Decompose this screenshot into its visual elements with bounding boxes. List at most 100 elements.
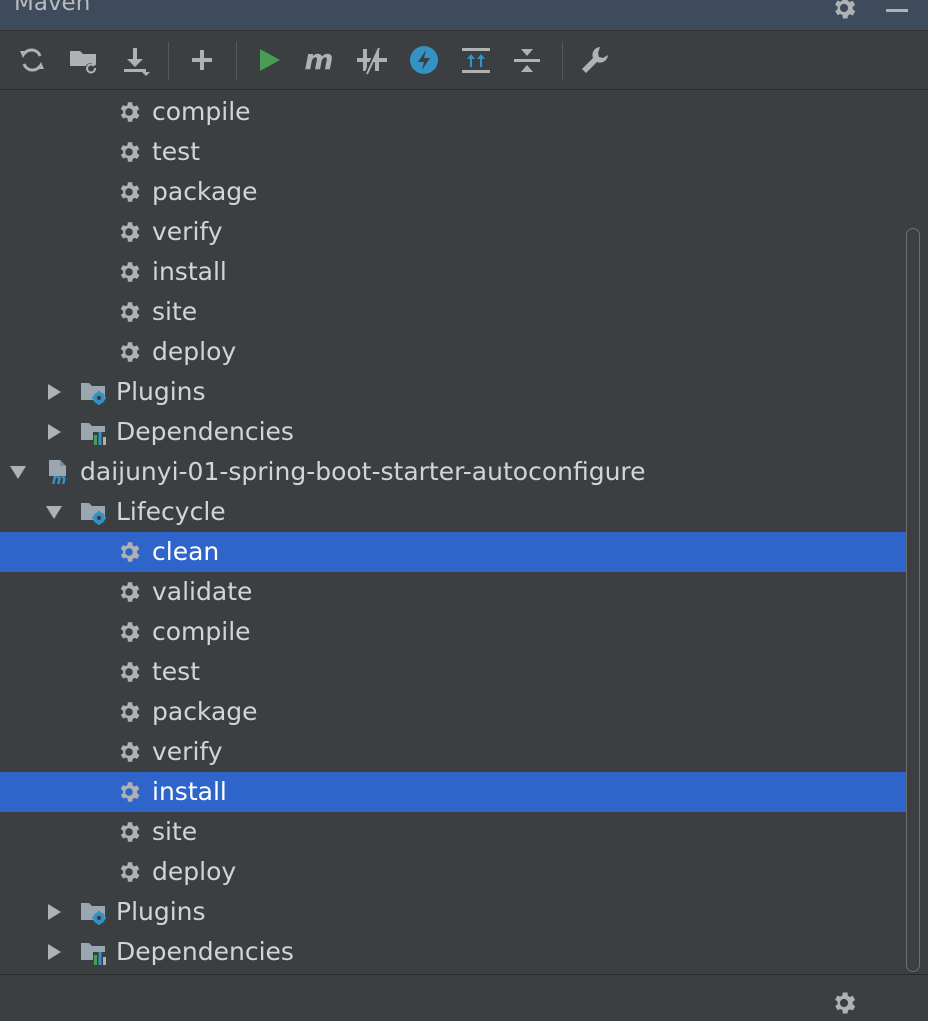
tree-node-label: Lifecycle [116, 497, 226, 526]
tree-node-label: package [152, 177, 258, 206]
expand-all-button[interactable] [459, 43, 493, 77]
toolbar-separator [562, 42, 563, 80]
gear-icon[interactable] [830, 0, 858, 26]
gear-icon [116, 739, 142, 765]
add-maven-project-button[interactable] [185, 43, 219, 77]
tree-node-dependencies[interactable]: Dependencies [0, 932, 920, 972]
download-sources-button[interactable] [118, 43, 152, 77]
execute-maven-goal-button[interactable]: m [302, 43, 336, 77]
run-icon [260, 49, 280, 71]
lifecycle-goal-validate[interactable]: validate [0, 572, 920, 612]
dependencies-folder-icon [80, 939, 106, 965]
minimize-icon[interactable] [884, 2, 910, 21]
tree-node-label: validate [152, 577, 253, 606]
lifecycle-goal-package[interactable]: package [0, 172, 920, 212]
collapse-arrow-icon[interactable] [44, 942, 64, 962]
vertical-scrollbar[interactable] [906, 228, 920, 972]
tree-node-label: test [152, 657, 201, 686]
tree-node-label: site [152, 297, 198, 326]
toolbar-separator [168, 42, 169, 80]
maven-settings-button[interactable] [578, 43, 612, 77]
gear-icon [116, 179, 142, 205]
gear-icon [116, 99, 142, 125]
lifecycle-goal-install[interactable]: install [0, 252, 920, 292]
tree-node-label: clean [152, 537, 220, 566]
tree-node-label: Dependencies [116, 937, 294, 966]
gear-icon [116, 859, 142, 885]
lifecycle-goal-deploy[interactable]: deploy [0, 332, 920, 372]
folder-refresh-icon [70, 51, 97, 75]
tree-node-label: package [152, 697, 258, 726]
tree-node-label: daijunyi-01-spring-boot-starter-autoconf… [80, 457, 646, 486]
tree-node-label: Plugins [116, 377, 206, 406]
gear-icon [116, 259, 142, 285]
collapse-arrow-icon[interactable] [44, 422, 64, 442]
download-icon [124, 48, 150, 76]
expand-all-icon [462, 48, 490, 73]
toggle-skip-tests-button[interactable] [407, 43, 441, 77]
refresh-icon [20, 48, 44, 72]
lifecycle-goal-clean[interactable]: clean [0, 532, 920, 572]
offline-icon [357, 46, 387, 75]
gear-icon [116, 619, 142, 645]
lifecycle-folder-icon [80, 499, 106, 525]
tree-node-label: compile [152, 97, 251, 126]
gear-icon [116, 779, 142, 805]
tree-node-dependencies[interactable]: Dependencies [0, 412, 920, 452]
tree-node-label: Plugins [116, 897, 206, 926]
tree-node-lifecycle[interactable]: Lifecycle [0, 492, 920, 532]
gear-icon [116, 299, 142, 325]
dependencies-folder-icon [80, 419, 106, 445]
plugins-folder-icon [80, 379, 106, 405]
collapse-arrow-icon[interactable] [44, 902, 64, 922]
svg-text:m: m [304, 43, 333, 76]
gear-icon [116, 579, 142, 605]
lifecycle-goal-verify[interactable]: verify [0, 732, 920, 772]
gear-icon [116, 819, 142, 845]
tree-node-plugins[interactable]: Plugins [0, 372, 920, 412]
tree-node-label: deploy [152, 857, 237, 886]
collapse-all-icon [514, 49, 540, 72]
tree-node-plugins[interactable]: Plugins [0, 892, 920, 932]
lifecycle-goal-test[interactable]: test [0, 652, 920, 692]
run-maven-build-button[interactable] [252, 43, 286, 77]
scrollbar-thumb[interactable] [906, 228, 920, 972]
gear-icon [116, 219, 142, 245]
lifecycle-goal-install[interactable]: install [0, 772, 920, 812]
maven-toolbar: m [0, 31, 928, 90]
lifecycle-goal-verify[interactable]: verify [0, 212, 920, 252]
gear-icon[interactable] [830, 989, 858, 1021]
svg-text:m: m [52, 472, 67, 485]
collapse-arrow-icon[interactable] [44, 382, 64, 402]
gear-icon [116, 659, 142, 685]
tool-window-title: Maven [14, 0, 91, 16]
collapse-all-button[interactable] [510, 43, 544, 77]
lifecycle-goal-compile[interactable]: compile [0, 92, 920, 132]
maven-project-icon: m [44, 459, 70, 485]
lifecycle-goal-site[interactable]: site [0, 812, 920, 852]
expand-arrow-icon[interactable] [8, 462, 28, 482]
tool-window-header: Maven [0, 0, 928, 31]
tree-node-label: Dependencies [116, 417, 294, 446]
lifecycle-goal-compile[interactable]: compile [0, 612, 920, 652]
toggle-offline-mode-button[interactable] [355, 43, 389, 77]
gear-icon [116, 539, 142, 565]
reload-all-projects-button[interactable] [15, 43, 49, 77]
tree-node-label: verify [152, 737, 223, 766]
lifecycle-goal-site[interactable]: site [0, 292, 920, 332]
wrench-icon [582, 47, 608, 73]
gear-icon [116, 699, 142, 725]
tree-node-label: verify [152, 217, 223, 246]
tree-node-label: deploy [152, 337, 237, 366]
lifecycle-goal-deploy[interactable]: deploy [0, 852, 920, 892]
tree-node-label: install [152, 257, 227, 286]
tree-node-label: site [152, 817, 198, 846]
expand-arrow-icon[interactable] [44, 502, 64, 522]
tree-node-project[interactable]: m daijunyi-01-spring-boot-starter-autocon… [0, 452, 920, 492]
tree-node-label: test [152, 137, 201, 166]
lifecycle-goal-test[interactable]: test [0, 132, 920, 172]
tree-node-label: install [152, 777, 227, 806]
generate-sources-button[interactable] [67, 43, 101, 77]
plus-icon [192, 50, 212, 70]
lifecycle-goal-package[interactable]: package [0, 692, 920, 732]
